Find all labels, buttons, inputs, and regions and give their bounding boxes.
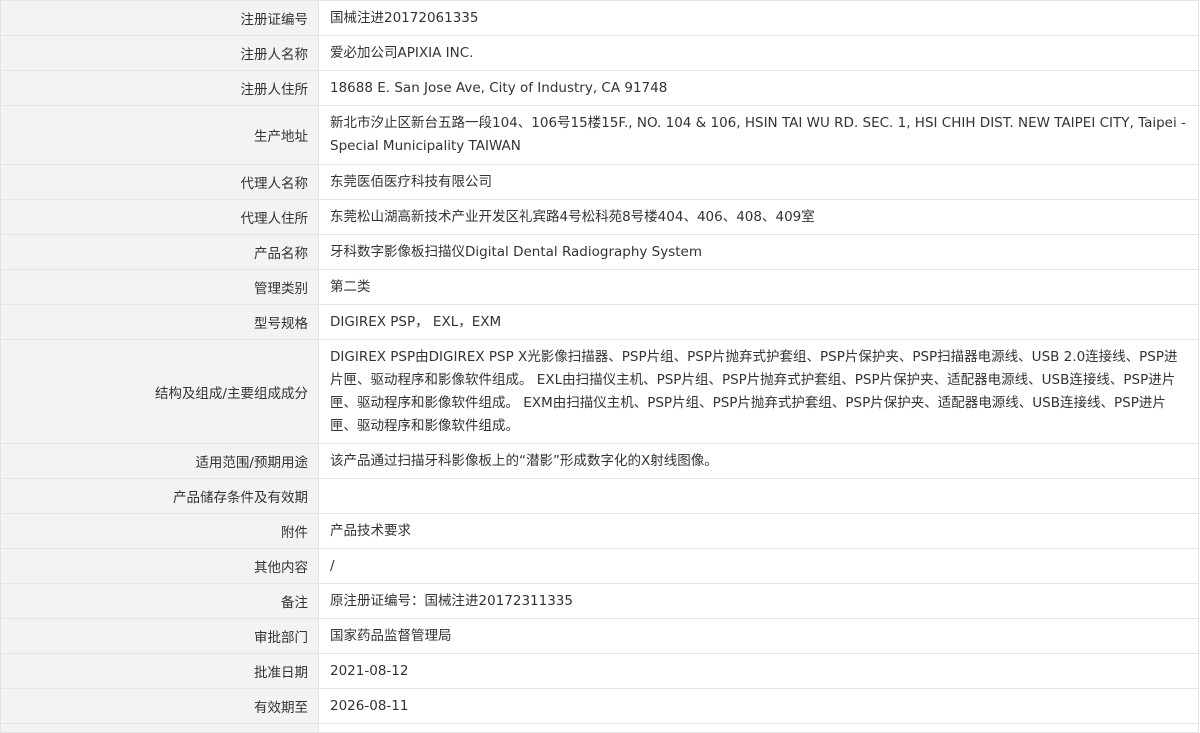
row-value: 新北市汐止区新台五路一段104、106号15楼15F., NO. 104 & 1… <box>318 105 1199 165</box>
row-value: 东莞医佰医疗科技有限公司 <box>318 164 1199 200</box>
row-label-empty <box>0 723 319 733</box>
row-label: 注册证编号 <box>0 0 319 36</box>
table-row: 结构及组成/主要组成成分 DIGIREX PSP由DIGIREX PSP X光影… <box>0 339 1199 444</box>
row-value: 东莞松山湖高新技术产业开发区礼宾路4号松科苑8号楼404、406、408、409… <box>318 199 1199 235</box>
table-row: 注册证编号 国械注进20172061335 <box>0 0 1199 36</box>
row-value: 第二类 <box>318 269 1199 305</box>
row-label: 备注 <box>0 583 319 619</box>
row-label: 注册人名称 <box>0 35 319 71</box>
row-label: 其他内容 <box>0 548 319 584</box>
table-row: 审批部门 国家药品监督管理局 <box>0 618 1199 654</box>
row-value: 牙科数字影像板扫描仪Digital Dental Radiography Sys… <box>318 234 1199 270</box>
table-row: 备注 原注册证编号：国械注进20172311335 <box>0 583 1199 619</box>
row-value: 2026-08-11 <box>318 688 1199 724</box>
row-label: 审批部门 <box>0 618 319 654</box>
row-label: 结构及组成/主要组成成分 <box>0 339 319 444</box>
table-row: 有效期至 2026-08-11 <box>0 688 1199 724</box>
row-label: 产品储存条件及有效期 <box>0 478 319 514</box>
table-row: 代理人住所 东莞松山湖高新技术产业开发区礼宾路4号松科苑8号楼404、406、4… <box>0 199 1199 235</box>
row-label: 生产地址 <box>0 105 319 165</box>
row-value: 产品技术要求 <box>318 513 1199 549</box>
table-row: 注册人名称 爱必加公司APIXIA INC. <box>0 35 1199 71</box>
row-value: DIGIREX PSP由DIGIREX PSP X光影像扫描器、PSP片组、PS… <box>318 339 1199 444</box>
row-value-empty <box>318 723 1199 733</box>
row-label: 注册人住所 <box>0 70 319 106</box>
row-value: 国械注进20172061335 <box>318 0 1199 36</box>
table-row: 代理人名称 东莞医佰医疗科技有限公司 <box>0 164 1199 200</box>
table-row: 注册人住所 18688 E. San Jose Ave, City of Ind… <box>0 70 1199 106</box>
row-label: 代理人名称 <box>0 164 319 200</box>
row-label: 批准日期 <box>0 653 319 689</box>
row-label: 适用范围/预期用途 <box>0 443 319 479</box>
row-value: DIGIREX PSP， EXL，EXM <box>318 304 1199 340</box>
row-label: 产品名称 <box>0 234 319 270</box>
row-label: 有效期至 <box>0 688 319 724</box>
table-row: 批准日期 2021-08-12 <box>0 653 1199 689</box>
table-row: 型号规格 DIGIREX PSP， EXL，EXM <box>0 304 1199 340</box>
registration-detail-table: 注册证编号 国械注进20172061335 注册人名称 爱必加公司APIXIA … <box>0 0 1199 733</box>
row-value: 原注册证编号：国械注进20172311335 <box>318 583 1199 619</box>
table-row: 附件 产品技术要求 <box>0 513 1199 549</box>
table-row: 管理类别 第二类 <box>0 269 1199 305</box>
row-label: 附件 <box>0 513 319 549</box>
row-label: 型号规格 <box>0 304 319 340</box>
row-value: 18688 E. San Jose Ave, City of Industry,… <box>318 70 1199 106</box>
table-row: 产品名称 牙科数字影像板扫描仪Digital Dental Radiograph… <box>0 234 1199 270</box>
table-row: 生产地址 新北市汐止区新台五路一段104、106号15楼15F., NO. 10… <box>0 105 1199 165</box>
row-value: 爱必加公司APIXIA INC. <box>318 35 1199 71</box>
row-label: 管理类别 <box>0 269 319 305</box>
table-row: 适用范围/预期用途 该产品通过扫描牙科影像板上的“潜影”形成数字化的X射线图像。 <box>0 443 1199 479</box>
table-row-partial <box>0 723 1199 733</box>
row-value: 该产品通过扫描牙科影像板上的“潜影”形成数字化的X射线图像。 <box>318 443 1199 479</box>
row-label: 代理人住所 <box>0 199 319 235</box>
row-value: / <box>318 548 1199 584</box>
row-value: 2021-08-12 <box>318 653 1199 689</box>
row-value: 国家药品监督管理局 <box>318 618 1199 654</box>
row-value <box>318 478 1199 514</box>
table-row: 其他内容 / <box>0 548 1199 584</box>
table-row: 产品储存条件及有效期 <box>0 478 1199 514</box>
